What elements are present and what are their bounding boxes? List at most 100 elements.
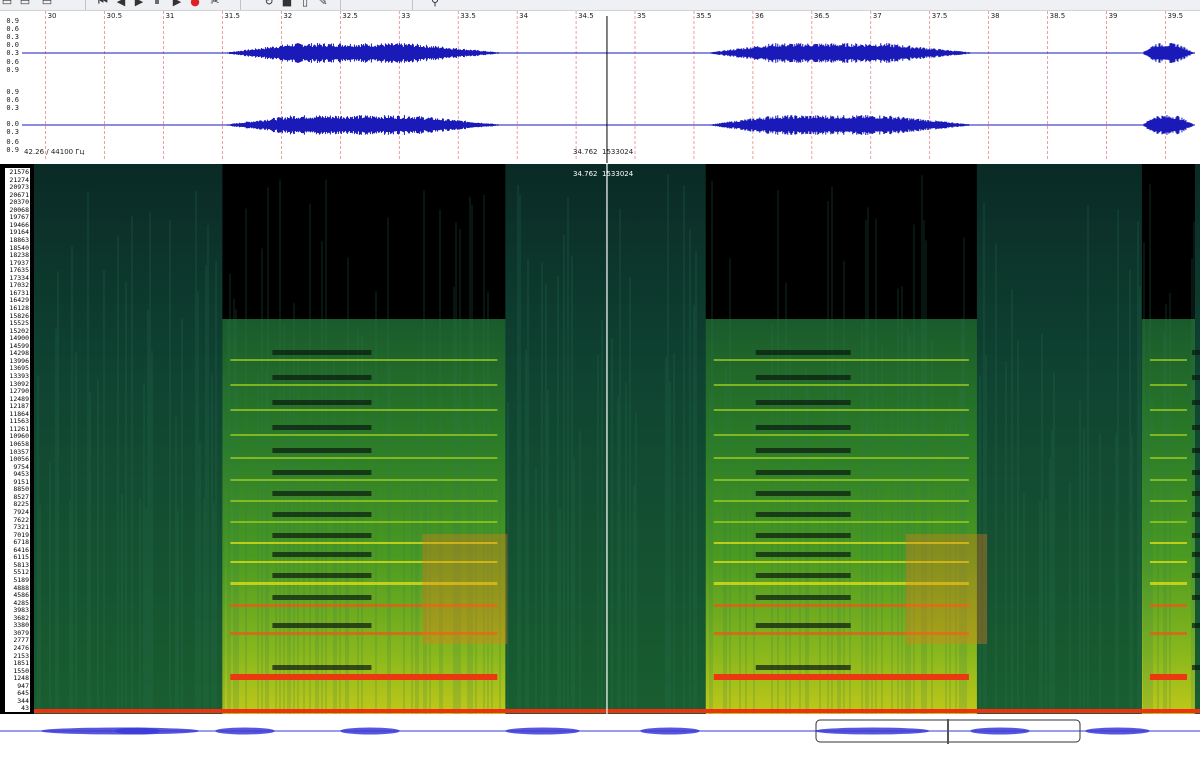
formant-gap	[272, 425, 372, 430]
amplitude-label: 0.6	[6, 58, 19, 66]
low-frequency-band	[34, 709, 1200, 713]
overview-scrollbar[interactable]	[0, 717, 1200, 745]
waveform-cursor-time: 34.762	[573, 148, 598, 156]
harmonic-band	[230, 359, 498, 361]
harmonic-band	[1149, 479, 1187, 481]
time-tick-label: 30.5	[106, 12, 123, 20]
harmonic-band	[230, 500, 498, 502]
harmonic-band	[713, 359, 969, 361]
formant-gap	[755, 595, 851, 600]
formant-gap	[1191, 470, 1200, 475]
overview-burst	[815, 727, 930, 735]
harmonic-band	[1149, 359, 1187, 361]
loop-icon[interactable]: ↻	[262, 0, 276, 9]
time-tick-label: 32	[283, 12, 293, 20]
formant-gap	[272, 470, 372, 475]
amplitude-label: 0.6	[6, 96, 19, 104]
formant-gap	[272, 491, 372, 496]
formant-gap	[272, 665, 372, 670]
overview-burst	[970, 727, 1030, 735]
waveform-burst	[706, 115, 978, 135]
amplitude-label: 0.6	[6, 25, 19, 33]
harmonic-band	[1149, 674, 1187, 680]
time-tick-label: 35	[637, 12, 646, 20]
formant-gap	[1191, 512, 1200, 517]
harmonic-band	[713, 479, 969, 481]
pause-icon[interactable]: ⏸	[150, 0, 164, 9]
waveform-canvas[interactable]	[0, 11, 1200, 163]
harmonic-band	[1149, 500, 1187, 502]
stop-icon[interactable]: ■	[280, 0, 294, 9]
harmonic-band	[1149, 561, 1187, 563]
cut-icon[interactable]: ✂	[208, 0, 222, 9]
formant-gap	[755, 552, 851, 557]
time-tick-label: 34.5	[578, 12, 594, 20]
time-tick-label: 36	[754, 12, 764, 20]
time-tick-label: 32.5	[342, 12, 358, 20]
formant-gap	[272, 375, 372, 380]
overview-burst	[115, 727, 160, 735]
formant-gap	[1191, 400, 1200, 405]
formant-gap	[755, 665, 851, 670]
overview-burst	[640, 727, 700, 735]
formant-gap	[272, 400, 372, 405]
energy-hotspot	[905, 534, 988, 644]
formant-gap	[755, 573, 851, 578]
spectrogram-view[interactable]	[0, 164, 1200, 714]
time-tick-label: 35.5	[695, 12, 712, 20]
harmonic-band	[713, 521, 969, 523]
amplitude-label: 0.9	[6, 17, 19, 25]
waveform-view[interactable]	[0, 11, 1200, 163]
spectrogram-silence-band	[705, 164, 977, 319]
zoom-icon[interactable]: ⚲	[428, 0, 442, 9]
harmonic-band	[1149, 521, 1187, 523]
time-tick-label: 37.5	[931, 12, 948, 20]
skip-back-icon[interactable]: ⏮	[96, 0, 110, 9]
open-file-icon[interactable]: ▭	[0, 0, 14, 9]
amplitude-label: 0.3	[6, 33, 19, 41]
harmonic-band	[713, 384, 969, 386]
formant-gap	[755, 350, 851, 355]
spectrogram-silence-band	[222, 164, 506, 319]
play-icon[interactable]: ▶	[132, 0, 146, 9]
amplitude-label: 0.9	[6, 88, 19, 96]
amplitude-label: 0.9	[6, 146, 19, 154]
formant-gap	[272, 552, 372, 557]
formant-gap	[1191, 350, 1200, 355]
select-tool-icon[interactable]: ▯	[298, 0, 312, 9]
harmonic-band	[230, 457, 498, 459]
formant-gap	[1191, 491, 1200, 496]
overview-burst	[1085, 727, 1150, 735]
formant-gap	[272, 533, 372, 538]
toolbar-separator	[240, 0, 241, 10]
formant-gap	[1191, 623, 1200, 628]
pencil-icon[interactable]: ✎	[316, 0, 330, 9]
toolbar-separator	[412, 0, 413, 10]
save-as-icon[interactable]: ▭	[40, 0, 54, 9]
overview-canvas[interactable]	[0, 717, 1200, 745]
formant-gap	[755, 533, 851, 538]
energy-hotspot	[422, 534, 508, 644]
formant-gap	[1191, 665, 1200, 670]
harmonic-band	[1149, 542, 1187, 544]
harmonic-band	[230, 384, 498, 386]
record-icon[interactable]: ●	[188, 0, 202, 9]
frequency-label: 43	[5, 704, 30, 713]
rewind-icon[interactable]: ◀	[114, 0, 128, 9]
save-icon[interactable]: ▭	[18, 0, 32, 9]
fast-forward-icon[interactable]: ▶	[170, 0, 184, 9]
harmonic-band	[1149, 582, 1187, 585]
amplitude-label: 0.3	[6, 128, 19, 136]
formant-gap	[755, 623, 851, 628]
waveform-burst	[706, 43, 978, 63]
formant-gap	[1191, 425, 1200, 430]
formant-gap	[1191, 533, 1200, 538]
amplitude-label: 0.3	[6, 49, 19, 57]
harmonic-band	[1149, 409, 1187, 411]
harmonic-band	[230, 434, 498, 436]
time-tick-label: 31.5	[224, 12, 240, 20]
amplitude-label: 0.0	[6, 41, 19, 49]
spectrogram-canvas[interactable]	[0, 164, 1200, 714]
formant-gap	[755, 448, 851, 453]
formant-gap	[272, 623, 372, 628]
